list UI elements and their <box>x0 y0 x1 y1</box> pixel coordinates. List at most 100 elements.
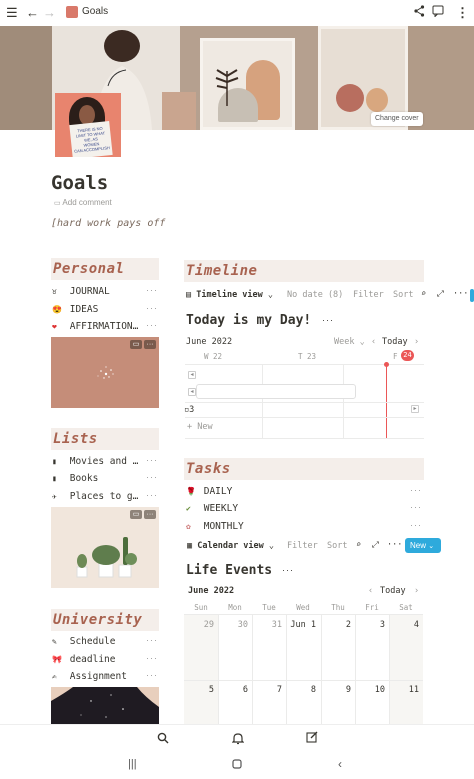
page-title[interactable]: Goals <box>51 172 108 194</box>
more-icon[interactable]: ··· <box>410 502 422 512</box>
calendar-day-cell[interactable]: 29 <box>184 620 214 630</box>
search-icon[interactable]: ⌕ <box>356 540 361 550</box>
space-image[interactable] <box>51 687 159 724</box>
home-icon[interactable] <box>232 758 242 772</box>
comment-icon[interactable]: ▭ <box>130 510 142 519</box>
calendar-day-cell[interactable]: Jun 1 <box>286 620 316 630</box>
quote-text[interactable]: [hard work pays off <box>51 218 165 229</box>
bell-icon[interactable] <box>231 732 245 748</box>
more-icon[interactable]: ··· <box>146 303 158 313</box>
more-icon[interactable]: ··· <box>282 565 294 575</box>
list-item[interactable]: ♉ JOURNAL <box>52 286 110 298</box>
more-icon[interactable]: ··· <box>146 472 158 482</box>
timeline-new-row-button[interactable]: + New <box>187 422 213 432</box>
arrow-left-icon[interactable]: ◂ <box>188 388 196 396</box>
comment-icon[interactable] <box>432 4 444 22</box>
more-icon[interactable]: ··· <box>146 635 158 645</box>
calendar-today-button[interactable]: Today <box>380 586 406 596</box>
calendar-day-cell[interactable]: 2 <box>321 620 351 630</box>
new-button[interactable]: New ⌄ <box>405 538 441 553</box>
calendar-db-title[interactable]: Life Events <box>186 563 272 578</box>
new-button-edge[interactable] <box>470 289 474 302</box>
more-icon[interactable]: ··· <box>146 653 158 663</box>
calendar-day-cell[interactable]: 11 <box>389 685 419 695</box>
calendar-day-cell[interactable]: 7 <box>252 685 282 695</box>
list-item[interactable]: 🎀 deadline <box>52 654 116 666</box>
calendar-day-cell[interactable]: 31 <box>252 620 282 630</box>
page-icon[interactable]: THERE IS NO LIMIT TO WHAT WE, AS WOMEN CAN A… <box>55 93 121 157</box>
list-item[interactable]: 🌹 DAILY <box>186 486 232 497</box>
expand-icon[interactable]: ⤢ <box>372 540 379 550</box>
filter-button[interactable]: Filter <box>353 290 384 300</box>
film-icon: ▮ <box>52 457 57 466</box>
chevron-down-icon[interactable]: ⌄ <box>268 290 273 300</box>
no-date-button[interactable]: No date (8) <box>287 290 343 300</box>
forward-arrow-icon[interactable]: → <box>43 4 56 22</box>
timeline-view-tab[interactable]: Timeline view <box>196 290 263 300</box>
calendar-day-cell[interactable]: 9 <box>321 685 351 695</box>
expand-icon[interactable]: ⤢ <box>437 289 444 299</box>
prev-arrow-icon[interactable]: ‹ <box>368 586 373 596</box>
search-icon[interactable]: ⌕ <box>421 289 426 299</box>
edit-icon[interactable] <box>306 731 318 746</box>
timeline-db-title[interactable]: Today is my Day! <box>186 313 311 328</box>
sort-button[interactable]: Sort <box>327 541 347 551</box>
more-icon[interactable]: ··· <box>410 485 422 495</box>
calendar-day-cell[interactable]: 5 <box>184 685 214 695</box>
calendar-day-cell[interactable]: 10 <box>355 685 385 695</box>
recents-icon[interactable]: ||| <box>128 758 137 770</box>
list-item[interactable]: ▮ Books <box>52 473 98 485</box>
list-item[interactable]: ✍ Assignment <box>52 671 127 683</box>
search-icon[interactable] <box>157 732 169 747</box>
list-item[interactable]: ❤ AFFIRMATION… <box>52 321 138 333</box>
more-icon[interactable]: ··· <box>146 285 158 295</box>
list-item[interactable]: ✔ WEEKLY <box>186 503 238 514</box>
more-icon[interactable]: ··· <box>146 320 158 330</box>
more-icon[interactable]: ··· <box>146 490 158 500</box>
chevron-down-icon[interactable]: ⌄ <box>269 541 274 551</box>
calendar-day-cell[interactable]: 30 <box>218 620 248 630</box>
space-graphic <box>51 687 159 718</box>
arrow-left-icon[interactable]: ◂ <box>188 371 196 379</box>
timeline-item-bar[interactable] <box>196 384 356 399</box>
more-icon[interactable]: ··· <box>387 540 402 550</box>
list-item[interactable]: 😍 IDEAS <box>52 304 98 316</box>
list-item[interactable]: ✎ Schedule <box>52 636 116 648</box>
menu-icon[interactable]: ☰ <box>6 4 18 22</box>
calendar-day-cell[interactable]: 4 <box>389 620 419 630</box>
timeline-today-button[interactable]: Today <box>382 337 408 347</box>
next-arrow-icon[interactable]: › <box>414 337 419 347</box>
calendar-day-cell[interactable]: 8 <box>286 685 316 695</box>
sparkle-image[interactable]: ▭ ··· <box>51 337 159 408</box>
more-icon[interactable]: ··· <box>146 670 158 680</box>
page-icon-small <box>66 6 78 18</box>
breadcrumb-title[interactable]: Goals <box>82 6 108 17</box>
more-icon[interactable]: ··· <box>453 289 468 299</box>
calendar-view-tab[interactable]: Calendar view <box>197 541 264 551</box>
filter-button[interactable]: Filter <box>287 541 318 551</box>
more-icon[interactable]: ··· <box>410 520 422 530</box>
next-arrow-icon[interactable]: › <box>414 586 419 596</box>
add-comment-button[interactable]: ▭ Add comment <box>54 198 112 207</box>
back-arrow-icon[interactable]: ← <box>26 4 39 22</box>
comment-icon[interactable]: ▭ <box>130 340 142 349</box>
more-options-icon[interactable]: ⋮ <box>456 4 469 22</box>
plants-image[interactable]: ▭ ··· <box>51 507 159 588</box>
list-item[interactable]: ✈ Places to g… <box>52 491 138 503</box>
more-icon[interactable]: ··· <box>144 510 156 519</box>
more-icon[interactable]: ··· <box>144 340 156 349</box>
back-icon[interactable]: ‹ <box>338 757 342 771</box>
more-icon[interactable]: ··· <box>322 315 334 325</box>
list-item[interactable]: ✿ MONTHLY <box>186 521 244 532</box>
prev-arrow-icon[interactable]: ‹ <box>371 337 376 347</box>
arrow-right-icon[interactable]: ▸ <box>411 405 419 413</box>
share-icon[interactable] <box>414 4 425 22</box>
list-item[interactable]: ▮ Movies and … <box>52 456 138 468</box>
calendar-day-cell[interactable]: 6 <box>218 685 248 695</box>
timeline-scale-select[interactable]: Week ⌄ <box>334 337 365 347</box>
calendar-grid-line <box>218 614 219 724</box>
calendar-day-cell[interactable]: 3 <box>355 620 385 630</box>
sort-button[interactable]: Sort <box>393 290 413 300</box>
change-cover-button[interactable]: Change cover <box>371 112 423 126</box>
more-icon[interactable]: ··· <box>146 455 158 465</box>
